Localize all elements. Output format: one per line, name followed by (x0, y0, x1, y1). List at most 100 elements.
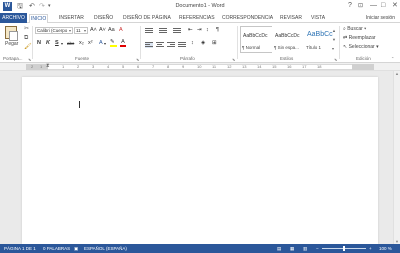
zoom-level[interactable]: 100 % (379, 244, 392, 253)
font-name-select[interactable]: Calibri (Cuerpo ▾ (35, 27, 73, 34)
tab-file[interactable]: ARCHIVO (0, 13, 27, 23)
zoom-in-button[interactable]: + (369, 244, 372, 253)
format-painter-icon[interactable]: 🖌 (24, 44, 32, 51)
font-color-icon[interactable]: A (120, 39, 126, 47)
sign-in-link[interactable]: Iniciar sesión (366, 14, 395, 23)
replace-button[interactable]: ⇄ Reemplazar (343, 35, 376, 42)
print-layout-icon[interactable]: ▦ (290, 244, 294, 253)
tab-references[interactable]: REFERENCIAS (178, 14, 216, 23)
tab-page-layout[interactable]: DISEÑO DE PÁGINA (122, 14, 172, 23)
style-name: Título 1 (306, 45, 322, 50)
chevron-down-icon[interactable]: ▾ (104, 40, 106, 47)
tab-mailings[interactable]: CORRESPONDENCIA (221, 14, 274, 23)
ruler-number: 4 (107, 64, 110, 69)
font-size-select[interactable]: 11 ▾ (74, 27, 88, 34)
styles-scroll-down-icon[interactable]: ▼ (332, 36, 336, 43)
select-icon: ↖ (343, 44, 348, 50)
paste-icon[interactable] (5, 26, 18, 41)
group-label-clipboard: Portapa... (3, 56, 23, 61)
clipboard-launcher-icon[interactable]: ⬊ (28, 57, 31, 62)
text-cursor (79, 101, 80, 108)
ruler-number: 12 (227, 64, 232, 69)
justify-icon[interactable] (178, 42, 186, 48)
group-label-styles: Estilos (280, 56, 294, 61)
group-label-paragraph: Párrafo (180, 56, 195, 61)
maximize-button[interactable]: □ (381, 1, 385, 11)
font-launcher-icon[interactable]: ⬊ (136, 57, 139, 62)
chevron-down-icon[interactable]: ▾ (61, 40, 63, 47)
help-icon[interactable]: ? (348, 1, 352, 11)
document-area: ▲ ▼ (0, 71, 400, 244)
minimize-button[interactable]: — (370, 1, 377, 11)
group-label-font: Fuente (75, 56, 90, 61)
style-normal[interactable]: AaBbCcDc ¶ Normal (240, 26, 273, 53)
styles-scroll-up-icon[interactable]: ▲ (332, 27, 336, 34)
shading-icon[interactable]: ◈ (201, 40, 205, 47)
web-layout-icon[interactable]: ▥ (303, 244, 307, 253)
tab-view[interactable]: VISTA (310, 14, 326, 23)
grow-font-icon[interactable]: A˄ (90, 27, 97, 34)
superscript-button[interactable]: x² (88, 40, 93, 47)
vertical-scrollbar[interactable]: ▲ ▼ (393, 71, 400, 244)
change-case-icon[interactable]: Aa (108, 27, 115, 34)
style-no-spacing[interactable]: AaBbCcDc ¶ Sin espa... (272, 26, 305, 53)
borders-icon[interactable]: ⊞ (212, 40, 217, 47)
collapse-ribbon-icon[interactable]: ⌃ (391, 55, 394, 62)
bullets-icon[interactable] (145, 28, 153, 34)
ruler-number: 8 (167, 64, 170, 69)
ruler-number: 5 (122, 64, 125, 69)
styles-launcher-icon[interactable]: ⬊ (334, 57, 337, 62)
ruler-number: 16 (287, 64, 292, 69)
underline-button[interactable]: S (55, 40, 59, 47)
shrink-font-icon[interactable]: A˅ (99, 27, 106, 34)
ruler-number: 9 (182, 64, 185, 69)
align-center-icon[interactable] (156, 42, 164, 48)
numbering-icon[interactable] (159, 28, 167, 34)
align-left-icon[interactable] (145, 42, 153, 48)
clear-formatting-icon[interactable]: A (119, 27, 123, 34)
select-button[interactable]: ↖ Seleccionar ▾ (343, 44, 379, 51)
group-divider (237, 26, 238, 59)
decrease-indent-icon[interactable]: ⇤ (188, 27, 193, 34)
ruler-number: 18 (317, 64, 322, 69)
ribbon-options-icon[interactable]: ⊡ (358, 1, 363, 11)
zoom-out-button[interactable]: − (316, 244, 319, 253)
italic-button[interactable]: K (46, 40, 50, 47)
page-count[interactable]: PÁGINA 1 DE 1 (4, 244, 36, 253)
find-button[interactable]: ⌕ Buscar ▾ (343, 26, 366, 33)
styles-more-icon[interactable]: ▾ (332, 45, 334, 52)
align-right-icon[interactable] (167, 42, 175, 48)
show-marks-icon[interactable]: ¶ (216, 27, 219, 34)
strikethrough-button[interactable]: abc (67, 40, 74, 47)
search-icon: ⌕ (343, 26, 346, 32)
multilevel-list-icon[interactable] (173, 28, 181, 34)
close-button[interactable]: ✕ (392, 1, 398, 11)
tab-review[interactable]: REVISAR (279, 14, 303, 23)
tab-design[interactable]: DISEÑO (93, 14, 114, 23)
line-spacing-icon[interactable]: ↕ (191, 40, 194, 47)
group-divider (32, 26, 33, 59)
cut-icon[interactable]: ✂ (24, 26, 29, 33)
ruler-number: 1 (40, 64, 43, 69)
read-mode-icon[interactable]: ▤ (277, 244, 281, 253)
document-page[interactable] (22, 77, 378, 244)
indent-marker-icon[interactable]: ⧗ (46, 63, 50, 70)
sort-icon[interactable]: ↕ (206, 27, 209, 34)
horizontal-ruler[interactable]: 2 1 ⧗ 1 2 3 4 5 6 7 8 9 10 11 12 13 14 1… (0, 63, 400, 71)
text-effects-icon[interactable]: A (99, 40, 103, 47)
subscript-button[interactable]: x₂ (79, 40, 84, 47)
paragraph-launcher-icon[interactable]: ⬊ (232, 57, 235, 62)
chevron-down-icon: ▾ (83, 28, 86, 33)
increase-indent-icon[interactable]: ⇥ (197, 27, 202, 34)
paste-button[interactable]: Pegar (5, 41, 18, 47)
proofing-icon[interactable]: ▣ (74, 244, 78, 253)
highlight-icon[interactable]: ✎ (110, 39, 117, 47)
zoom-slider-thumb[interactable] (343, 246, 345, 251)
scroll-up-icon[interactable]: ▲ (395, 71, 399, 76)
language-status[interactable]: ESPAÑOL (ESPAÑA) (84, 244, 127, 253)
word-count[interactable]: 0 PALABRAS (43, 244, 70, 253)
bold-button[interactable]: N (37, 40, 41, 47)
style-name: ¶ Sin espa... (274, 45, 299, 50)
copy-icon[interactable]: ⧉ (24, 35, 28, 42)
tab-insert[interactable]: INSERTAR (58, 14, 85, 23)
